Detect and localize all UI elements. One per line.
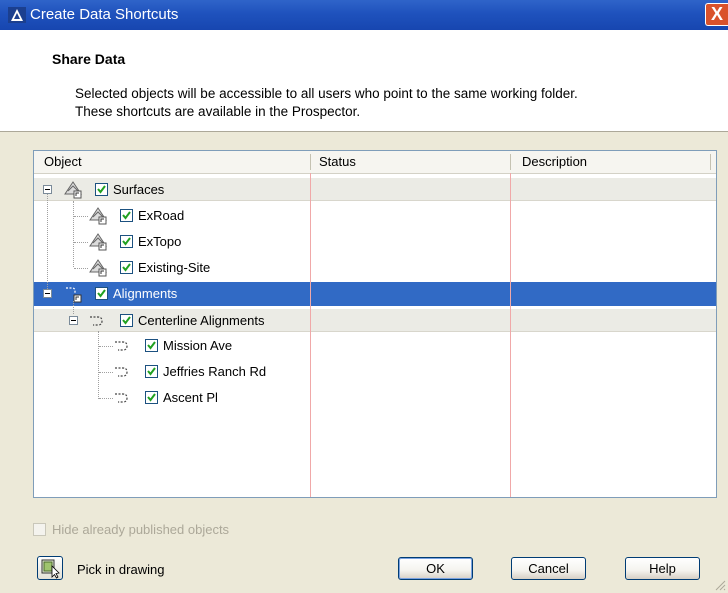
column-gridline (510, 173, 511, 497)
header-panel: Share Data Selected objects will be acce… (0, 30, 728, 132)
hide-published-label: Hide already published objects (52, 522, 230, 537)
tree-row-jeffries-ranch-rd[interactable]: Jeffries Ranch Rd (34, 360, 716, 384)
collapse-icon[interactable] (43, 185, 52, 194)
centerline-alignments-checkbox[interactable] (120, 314, 133, 327)
column-gridline (310, 173, 311, 497)
tree-connector (99, 372, 113, 373)
tree-row-exroad[interactable]: ExRoad (34, 204, 716, 228)
surface-collection-icon (64, 181, 82, 199)
window-title: Create Data Shortcuts (30, 6, 179, 23)
tree-row-label: Surfaces (113, 182, 165, 197)
existing-site-checkbox[interactable] (120, 261, 133, 274)
exroad-checkbox[interactable] (120, 209, 133, 222)
tree-row-alignments[interactable]: Alignments (34, 282, 716, 306)
surface-icon (89, 207, 107, 225)
help-button[interactable]: Help (625, 557, 700, 580)
ok-button[interactable]: OK (398, 557, 473, 580)
tree-connector (73, 201, 74, 267)
tree-connector (74, 242, 88, 243)
alignment-icon (115, 393, 128, 403)
close-icon: X (710, 4, 723, 24)
tree-row-mission-ave[interactable]: Mission Ave (34, 334, 716, 358)
ascent-pl-checkbox[interactable] (145, 391, 158, 404)
surfaces-checkbox[interactable] (95, 183, 108, 196)
hide-published-checkbox[interactable] (33, 523, 46, 536)
alignment-icon (90, 316, 103, 326)
alignment-icon (115, 367, 128, 377)
mission-ave-checkbox[interactable] (145, 339, 158, 352)
tree-connector (47, 194, 48, 289)
tree-connector (74, 268, 88, 269)
column-header-object[interactable]: Object (44, 151, 82, 173)
tree-row-centerline-alignments[interactable]: Centerline Alignments (34, 308, 716, 332)
tree-row-label: Ascent Pl (163, 390, 218, 405)
pick-icon (41, 559, 60, 579)
surface-icon (89, 233, 107, 251)
objects-grid[interactable]: Object Status Description Surfaces ExRoa… (33, 150, 717, 498)
resize-grip-icon[interactable] (714, 579, 726, 591)
tree-row-label: ExRoad (138, 208, 185, 223)
civil3d-app-icon (8, 7, 26, 23)
tree-connector (74, 216, 88, 217)
tree-row-label: Jeffries Ranch Rd (163, 364, 267, 379)
close-button[interactable]: X (705, 3, 728, 26)
column-divider[interactable] (510, 154, 511, 170)
description-line-2: These shortcuts are available in the Pro… (75, 104, 361, 119)
column-header-description[interactable]: Description (522, 151, 587, 173)
tree-row-existing-site[interactable]: Existing-Site (34, 256, 716, 280)
tree-connector (99, 346, 113, 347)
tree-connector (73, 301, 74, 314)
collapse-icon[interactable] (69, 316, 78, 325)
alignment-icon (115, 341, 128, 351)
tree-row-ascent-pl[interactable]: Ascent Pl (34, 386, 716, 410)
tree-connector (98, 331, 99, 399)
column-divider[interactable] (710, 154, 711, 170)
alignments-checkbox[interactable] (95, 287, 108, 300)
description-line-1: Selected objects will be accessible to a… (75, 86, 578, 101)
tree-row-extopo[interactable]: ExTopo (34, 230, 716, 254)
tree-row-surfaces[interactable]: Surfaces (34, 177, 716, 201)
collapse-icon[interactable] (43, 289, 52, 298)
tree-connector (99, 398, 113, 399)
tree-row-label: Mission Ave (163, 338, 233, 353)
tree-row-label: Centerline Alignments (138, 313, 265, 328)
surface-icon (89, 259, 107, 277)
title-bar[interactable]: Create Data Shortcuts X (0, 0, 728, 30)
column-header-status[interactable]: Status (319, 151, 356, 173)
tree-row-label: Existing-Site (138, 260, 211, 275)
extopo-checkbox[interactable] (120, 235, 133, 248)
tree-row-label: ExTopo (138, 234, 182, 249)
tree-row-label: Alignments (113, 286, 178, 301)
grid-header: Object Status Description (34, 151, 716, 174)
jeffries-ranch-rd-checkbox[interactable] (145, 365, 158, 378)
pick-in-drawing-button[interactable] (37, 556, 63, 580)
pick-in-drawing-label: Pick in drawing (77, 562, 165, 577)
cancel-button[interactable]: Cancel (511, 557, 586, 580)
section-title: Share Data (52, 51, 126, 67)
column-divider[interactable] (310, 154, 311, 170)
